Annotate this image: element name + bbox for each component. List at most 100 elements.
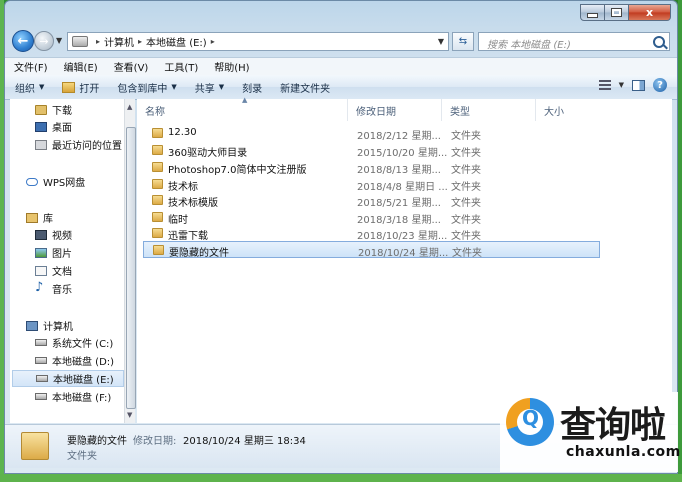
- nav-item-computer[interactable]: 计算机: [26, 317, 140, 334]
- nav-item-label: 计算机: [43, 322, 73, 333]
- column-header-name[interactable]: 名称 ▲: [137, 96, 348, 121]
- organize-button[interactable]: 组织 ▼: [5, 80, 52, 95]
- burn-button[interactable]: 刻录: [232, 80, 270, 95]
- forward-button[interactable]: →: [34, 31, 54, 51]
- include-in-library-button[interactable]: 包含到库中 ▼: [107, 80, 184, 95]
- refresh-button[interactable]: ⇆: [452, 32, 474, 51]
- file-row[interactable]: 临时 2018/3/18 星期... 文件夹: [143, 209, 600, 226]
- close-button[interactable]: x: [629, 4, 671, 21]
- nav-scrollbar-thumb[interactable]: [126, 127, 136, 409]
- details-modified-value: 2018/10/24 星期三 18:34: [183, 436, 306, 447]
- breadcrumb-computer[interactable]: 计算机: [104, 34, 134, 49]
- nav-item-label: WPS网盘: [43, 178, 86, 189]
- command-bar: 组织 ▼ 打开 包含到库中 ▼ 共享 ▼ 刻录 新建文件夹 ▼ ?: [5, 75, 677, 100]
- details-modified-label: 修改日期:: [133, 436, 177, 447]
- chevron-right-icon[interactable]: ▸: [211, 37, 215, 46]
- desktop-background-right: [678, 0, 682, 482]
- file-row[interactable]: 360驱动大师目录 2015/10/20 星期... 文件夹: [143, 142, 600, 159]
- chevron-right-icon[interactable]: ▸: [96, 37, 100, 46]
- chevron-down-icon: ▼: [39, 83, 45, 91]
- chevron-down-icon: ▼: [218, 83, 225, 91]
- chevron-down-icon[interactable]: ▼: [438, 37, 444, 46]
- menu-file[interactable]: 文件(F): [5, 59, 55, 74]
- chevron-down-icon[interactable]: ▼: [619, 81, 624, 89]
- caption-buttons: x: [580, 4, 671, 21]
- file-date: 2018/2/12 星期...: [357, 131, 441, 142]
- breadcrumb-drive-e[interactable]: 本地磁盘 (E:): [146, 34, 207, 49]
- video-library-icon: [35, 229, 47, 240]
- recent-pages-dropdown[interactable]: ▼: [56, 36, 62, 45]
- search-placeholder: 搜索 本地磁盘 (E:): [487, 40, 571, 51]
- file-row-selected[interactable]: 要隐藏的文件 2018/10/24 星期... 文件夹: [143, 241, 600, 259]
- nav-item-label: 系统文件 (C:): [52, 339, 114, 350]
- menu-edit[interactable]: 编辑(E): [55, 59, 105, 74]
- nav-item-library[interactable]: 库: [26, 209, 140, 226]
- folder-icon: [152, 195, 163, 205]
- nav-item-label: 图片: [52, 249, 72, 260]
- close-icon: x: [645, 6, 654, 19]
- sort-ascending-icon: ▲: [242, 96, 248, 104]
- folder-icon: [152, 145, 163, 155]
- file-type: 文件夹: [451, 148, 481, 159]
- column-header-size[interactable]: 大小: [536, 99, 616, 121]
- file-date: 2018/3/18 星期...: [357, 215, 441, 226]
- folder-icon: [152, 128, 163, 138]
- address-row: ← → ▼ ▸ 计算机 ▸ 本地磁盘 (E:) ▸ ▼ ⇆ 搜索 本地磁盘 (E…: [5, 28, 677, 56]
- desktop-icon: [35, 121, 47, 132]
- help-icon[interactable]: ?: [653, 78, 667, 92]
- change-view-icon[interactable]: [598, 80, 611, 90]
- picture-library-icon: [35, 247, 47, 258]
- scroll-up-icon[interactable]: ▲: [127, 103, 132, 111]
- maximize-button[interactable]: [605, 4, 629, 21]
- folder-icon: [21, 432, 49, 460]
- file-name: 360驱动大师目录: [168, 148, 248, 159]
- file-type: 文件夹: [451, 165, 481, 176]
- column-header-label: 修改日期: [356, 106, 396, 118]
- drive-icon: [72, 36, 88, 47]
- desktop-background-bottom: [0, 474, 682, 482]
- column-header-label: 名称: [145, 106, 165, 118]
- scroll-down-icon[interactable]: ▼: [127, 411, 132, 419]
- cloud-icon: [26, 177, 38, 186]
- share-button[interactable]: 共享 ▼: [185, 80, 232, 95]
- column-header-type[interactable]: 类型: [442, 99, 536, 121]
- minimize-button[interactable]: [580, 4, 605, 21]
- forward-arrow-icon: →: [39, 34, 49, 48]
- back-button[interactable]: ←: [12, 30, 34, 52]
- new-folder-label: 新建文件夹: [280, 83, 331, 95]
- file-row[interactable]: 技术标 2018/4/8 星期日 ... 文件夹: [143, 176, 600, 193]
- nav-scrollbar[interactable]: ▲ ▼: [124, 99, 136, 423]
- refresh-icon: ⇆: [458, 36, 468, 47]
- file-date: 2018/4/8 星期日 ...: [357, 182, 448, 193]
- preview-pane-icon[interactable]: [632, 79, 645, 91]
- nav-item-wps-drive[interactable]: WPS网盘: [26, 173, 140, 190]
- address-bar[interactable]: ▸ 计算机 ▸ 本地磁盘 (E:) ▸ ▼: [67, 32, 449, 51]
- file-name: 要隐藏的文件: [169, 248, 229, 259]
- new-folder-button[interactable]: 新建文件夹: [270, 80, 338, 95]
- toolbar-right: ▼ ?: [598, 78, 667, 92]
- column-header-date[interactable]: 修改日期: [348, 99, 442, 121]
- chevron-right-icon[interactable]: ▸: [138, 37, 142, 46]
- watermark: Q 查询啦 chaxunla.com: [500, 392, 681, 472]
- nav-item-label: 视频: [52, 231, 72, 242]
- file-row[interactable]: Photoshop7.0简体中文注册版 2018/8/13 星期... 文件夹: [143, 159, 600, 176]
- watermark-title: 查询啦: [560, 404, 666, 446]
- nav-item-drive-e[interactable]: 本地磁盘 (E:): [12, 370, 124, 387]
- hard-drive-icon: [35, 339, 47, 346]
- file-name: 迅雷下载: [168, 231, 208, 242]
- hard-drive-icon: [35, 393, 47, 400]
- menu-view[interactable]: 查看(V): [105, 59, 156, 74]
- file-row[interactable]: 12.30 2018/2/12 星期... 文件夹: [143, 125, 600, 142]
- file-row[interactable]: 技术标模版 2018/5/21 星期... 文件夹: [143, 192, 600, 209]
- menu-help[interactable]: 帮助(H): [205, 59, 256, 74]
- search-input[interactable]: 搜索 本地磁盘 (E:): [478, 32, 670, 51]
- file-row[interactable]: 迅雷下载 2018/10/23 星期... 文件夹: [143, 225, 600, 242]
- open-button[interactable]: 打开: [52, 80, 107, 95]
- share-label: 共享: [194, 83, 215, 95]
- navigation-pane: 下载 桌面 最近访问的位置 WPS网盘 库 视频 图片 文档 音乐 计算机 系统…: [10, 99, 136, 423]
- search-icon[interactable]: [653, 36, 665, 48]
- folder-open-icon: [62, 81, 76, 93]
- nav-item-label: 库: [43, 214, 53, 225]
- watermark-url: chaxunla.com: [566, 444, 681, 460]
- menu-tools[interactable]: 工具(T): [155, 59, 205, 74]
